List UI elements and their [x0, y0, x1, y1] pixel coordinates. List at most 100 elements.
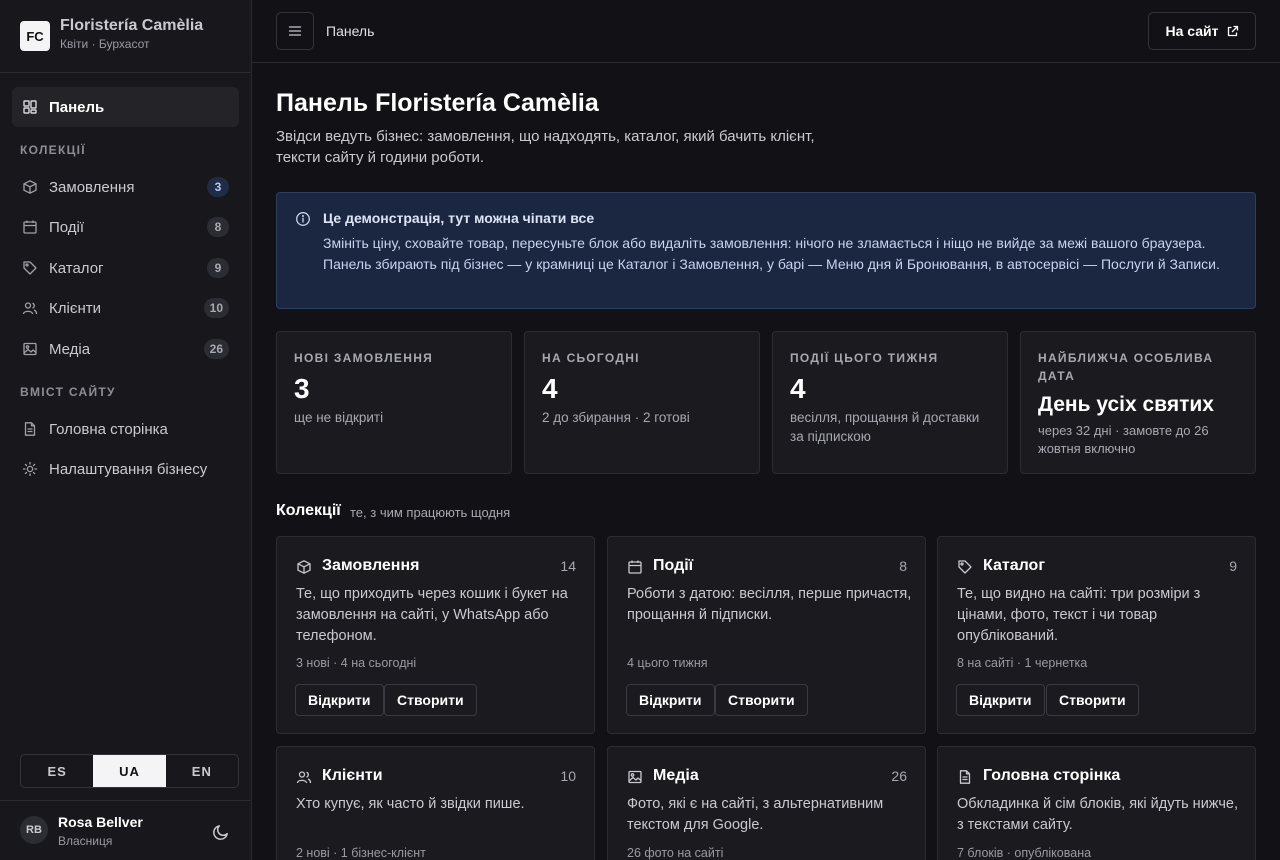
sidebar-item-label: Головна сторінка [49, 420, 168, 438]
stat-subtext: ще не відкриті [294, 410, 384, 425]
create-button[interactable]: Створити [1046, 684, 1139, 716]
open-button[interactable]: Відкрити [295, 684, 384, 716]
stat-value: 4 [790, 373, 806, 404]
sidebar-item-orders[interactable]: Замовлення 3 [12, 167, 239, 207]
card-count: 14 [560, 558, 576, 574]
card-title[interactable]: Медіа [653, 767, 699, 785]
view-site-button[interactable]: На сайт [1148, 12, 1256, 50]
card-description: Хто купує, як часто й звідки пише. [296, 796, 525, 812]
sidebar-item-events[interactable]: Події 8 [12, 207, 239, 247]
stat-label: НОВІ ЗАМОВЛЕННЯ [294, 351, 434, 365]
image-icon [627, 769, 643, 785]
collection-card-events: Події 8 Роботи з датою: весілля, перше п… [607, 536, 926, 734]
stat-label: ПОДІЇ ЦЬОГО ТИЖНЯ [790, 351, 939, 365]
view-site-label: На сайт [1165, 23, 1219, 39]
document-icon [957, 769, 973, 785]
stat-card-week-events: ПОДІЇ ЦЬОГО ТИЖНЯ 4 весілля, прощання й … [772, 331, 1008, 474]
collection-card-catalog: Каталог 9 Те, що видно на сайті: три роз… [937, 536, 1256, 734]
card-title[interactable]: Головна сторінка [983, 767, 1120, 785]
avatar[interactable]: RB [20, 816, 48, 844]
menu-toggle-button[interactable] [276, 12, 314, 50]
language-switcher: ES UA EN [20, 754, 239, 788]
sidebar-item-label: Клієнти [49, 299, 102, 317]
breadcrumb: Панель [326, 23, 375, 39]
sidebar-item-label: Каталог [49, 259, 104, 277]
sidebar-item-label: Панель [49, 98, 105, 116]
tag-icon [22, 260, 38, 276]
card-count: 26 [891, 768, 907, 784]
stat-label: НАЙБЛИЖЧА ОСОБЛИВА ДАТА [1038, 351, 1214, 383]
create-button[interactable]: Створити [715, 684, 808, 716]
stat-subtext: через 32 дні · замовте до 26 жовтня вклю… [1038, 423, 1209, 456]
brand-header[interactable]: FC Floristería Camèlia Квіти · Бурхасот [0, 0, 251, 73]
count-badge: 3 [207, 177, 229, 197]
collection-card-media: Медіа 26 Фото, які є на сайті, з альтерн… [607, 746, 926, 860]
card-count: 8 [899, 558, 907, 574]
open-button[interactable]: Відкрити [626, 684, 715, 716]
card-description: Роботи з датою: весілля, перше причастя,… [627, 586, 912, 623]
create-button[interactable]: Створити [384, 684, 477, 716]
stat-value: 4 [542, 373, 558, 404]
sidebar-item-label: Налаштування бізнесу [49, 460, 208, 478]
sidebar-item-business-settings[interactable]: Налаштування бізнесу [12, 449, 239, 489]
sidebar: FC Floristería Camèlia Квіти · Бурхасот … [0, 0, 252, 860]
calendar-icon [22, 219, 38, 235]
brand-name: Floristería Camèlia [60, 17, 204, 34]
open-button[interactable]: Відкрити [956, 684, 1045, 716]
document-icon [22, 421, 38, 437]
external-link-icon [1227, 25, 1239, 37]
brand-logo: FC [20, 21, 50, 51]
card-description: Фото, які є на сайті, з альтернативним т… [627, 796, 884, 833]
sidebar-item-homepage[interactable]: Головна сторінка [12, 409, 239, 449]
card-count: 10 [560, 768, 576, 784]
card-title[interactable]: Замовлення [322, 557, 419, 575]
moon-icon[interactable] [212, 823, 230, 841]
count-badge: 8 [207, 217, 229, 237]
collection-card-homepage: Головна сторінка Обкладинка й сім блоків… [937, 746, 1256, 860]
page-title: Панель Floristería Camèlia [276, 89, 599, 117]
stat-value: 3 [294, 373, 310, 404]
tag-icon [957, 559, 973, 575]
box-icon [296, 559, 312, 575]
sun-icon [22, 461, 38, 477]
card-meta: 2 нові · 1 бізнес-клієнт [296, 846, 426, 860]
sidebar-item-dashboard[interactable]: Панель [12, 87, 239, 127]
stat-card-next-date: НАЙБЛИЖЧА ОСОБЛИВА ДАТА День усіх святих… [1020, 331, 1256, 474]
card-meta: 7 блоків · опублікована [957, 846, 1092, 860]
sidebar-item-label: Замовлення [49, 178, 135, 196]
language-option-ua[interactable]: UA [93, 755, 166, 787]
sidebar-item-label: Події [49, 218, 85, 236]
users-icon [296, 769, 312, 785]
collection-card-clients: Клієнти 10 Хто купує, як часто й звідки … [276, 746, 595, 860]
stat-card-new-orders: НОВІ ЗАМОВЛЕННЯ 3 ще не відкриті [276, 331, 512, 474]
card-title[interactable]: Події [653, 557, 693, 575]
card-meta: 4 цього тижня [627, 656, 708, 670]
stat-value: День усіх святих [1038, 393, 1214, 416]
card-meta: 26 фото на сайті [627, 846, 724, 860]
card-title[interactable]: Клієнти [322, 767, 383, 785]
language-option-es[interactable]: ES [21, 755, 93, 787]
stat-card-today: НА СЬОГОДНІ 4 2 до збирання · 2 готові [524, 331, 760, 474]
sidebar-item-catalog[interactable]: Каталог 9 [12, 248, 239, 288]
top-bar: Панель На сайт [252, 0, 1280, 63]
card-description: Те, що приходить через кошик і букет на … [296, 586, 568, 644]
card-count: 9 [1229, 558, 1237, 574]
sidebar-item-clients[interactable]: Клієнти 10 [12, 288, 239, 328]
dashboard-icon [22, 99, 38, 115]
demo-alert: Це демонстрація, тут можна чіпати все Зм… [276, 192, 1256, 309]
collection-card-orders: Замовлення 14 Те, що приходить через кош… [276, 536, 595, 734]
count-badge: 26 [203, 339, 229, 359]
collections-subheading: те, з чим працюють щодня [350, 505, 511, 520]
card-title[interactable]: Каталог [983, 557, 1045, 575]
brand-subtitle: Квіти · Бурхасот [60, 37, 150, 51]
sidebar-item-label: Медіа [49, 340, 91, 358]
user-panel: RB Rosa Bellver Власниця [0, 800, 251, 860]
collections-heading: Колекції [276, 502, 341, 519]
sidebar-item-media[interactable]: Медіа 26 [12, 329, 239, 369]
language-option-en[interactable]: EN [166, 755, 238, 787]
card-description: Обкладинка й сім блоків, які йдуть нижче… [957, 796, 1238, 833]
stat-subtext: 2 до збирання · 2 готові [542, 410, 690, 425]
user-name: Rosa Bellver [58, 814, 143, 830]
info-icon [295, 211, 311, 227]
users-icon [22, 300, 38, 316]
